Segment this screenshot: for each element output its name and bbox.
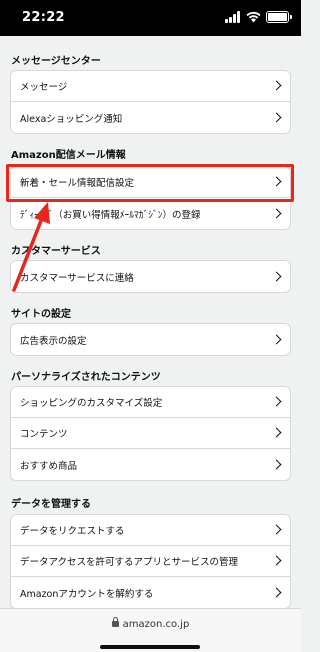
menu-item-alexa-shopping-notifications[interactable]: Alexaショッピング通知 [11,102,290,133]
menu-item-manage-app-access[interactable]: データアクセスを許可するアプリとサービスの管理 [11,546,290,577]
site-settings-card: 広告表示の設定 [10,323,291,356]
chevron-right-icon [271,396,282,407]
browser-bottom-bar: amazon.co.jp [0,608,301,652]
section-title-message-center: メッセージセンター [11,56,101,67]
menu-item-close-account[interactable]: Amazonアカウントを解約する [11,577,290,608]
menu-item-new-sale-email-settings[interactable]: 新着・セール情報配信設定 [11,167,290,198]
menu-item-shopping-customization[interactable]: ショッピングのカスタマイズ設定 [11,387,290,418]
menu-item-label: ショッピングのカスタマイズ設定 [20,398,163,409]
chevron-right-icon [271,524,282,535]
chevron-right-icon [271,176,282,187]
address-bar[interactable]: amazon.co.jp [0,617,301,630]
section-title-manage-data: データを管理する [11,499,91,510]
customer-service-card: カスタマーサービスに連絡 [10,260,291,293]
menu-item-label: カスタマーサービスに連絡 [20,272,134,284]
status-time: 22:22 [22,10,65,25]
menu-item-label: メッセージ [20,82,68,93]
amazon-email-card: 新着・セール情報配信設定 ﾃﾞｨｰﾙｽﾞ（お買い得情報ﾒｰﾙﾏｶﾞｼﾞﾝ）の登録 [10,166,291,230]
personalized-content-card: ショッピングのカスタマイズ設定 コンテンツ おすすめ商品 [10,386,291,481]
menu-item-label: Amazonアカウントを解約する [20,588,154,600]
menu-item-label: データをリクエストする [20,526,125,537]
chevron-right-icon [271,80,282,91]
message-center-card: メッセージ Alexaショッピング通知 [10,70,291,134]
chevron-right-icon [271,587,282,597]
lock-icon [111,617,119,627]
section-title-customer-service: カスタマーサービス [11,246,101,257]
menu-item-label: おすすめ商品 [20,460,78,472]
menu-item-messages[interactable]: メッセージ [11,71,290,102]
chevron-right-icon [271,334,282,344]
section-title-amazon-email: Amazon配信メール情報 [11,150,126,161]
home-indicator[interactable] [100,645,200,649]
menu-item-ad-preferences[interactable]: 広告表示の設定 [11,324,290,355]
chevron-right-icon [271,459,282,469]
menu-item-recommended-products[interactable]: おすすめ商品 [11,449,290,480]
menu-item-label: 広告表示の設定 [20,335,87,347]
chevron-right-icon [271,427,282,438]
url-text: amazon.co.jp [122,619,190,630]
menu-item-deals-newsletter-signup[interactable]: ﾃﾞｨｰﾙｽﾞ（お買い得情報ﾒｰﾙﾏｶﾞｼﾞﾝ）の登録 [11,198,290,229]
battery-icon [266,11,292,23]
wifi-icon [246,11,261,23]
section-title-personalized-content: パーソナライズされたコンテンツ [11,372,161,383]
menu-item-content[interactable]: コンテンツ [11,418,290,449]
manage-data-card: データをリクエストする データアクセスを許可するアプリとサービスの管理 Amaz… [10,514,291,609]
chevron-right-icon [271,271,282,281]
chevron-right-icon [271,555,282,566]
chevron-right-icon [271,112,282,122]
chevron-right-icon [271,208,282,218]
status-bar: 22:22 [0,0,301,36]
cellular-signal-icon [225,11,241,23]
menu-item-label: データアクセスを許可するアプリとサービスの管理 [20,557,239,568]
menu-item-contact-customer-service[interactable]: カスタマーサービスに連絡 [11,261,290,292]
menu-item-label: コンテンツ [20,429,68,440]
menu-item-request-data[interactable]: データをリクエストする [11,515,290,546]
menu-item-label: ﾃﾞｨｰﾙｽﾞ（お買い得情報ﾒｰﾙﾏｶﾞｼﾞﾝ）の登録 [20,209,201,221]
menu-item-label: 新着・セール情報配信設定 [20,178,135,189]
menu-item-label: Alexaショッピング通知 [20,113,123,125]
section-title-site-settings: サイトの設定 [11,309,71,320]
